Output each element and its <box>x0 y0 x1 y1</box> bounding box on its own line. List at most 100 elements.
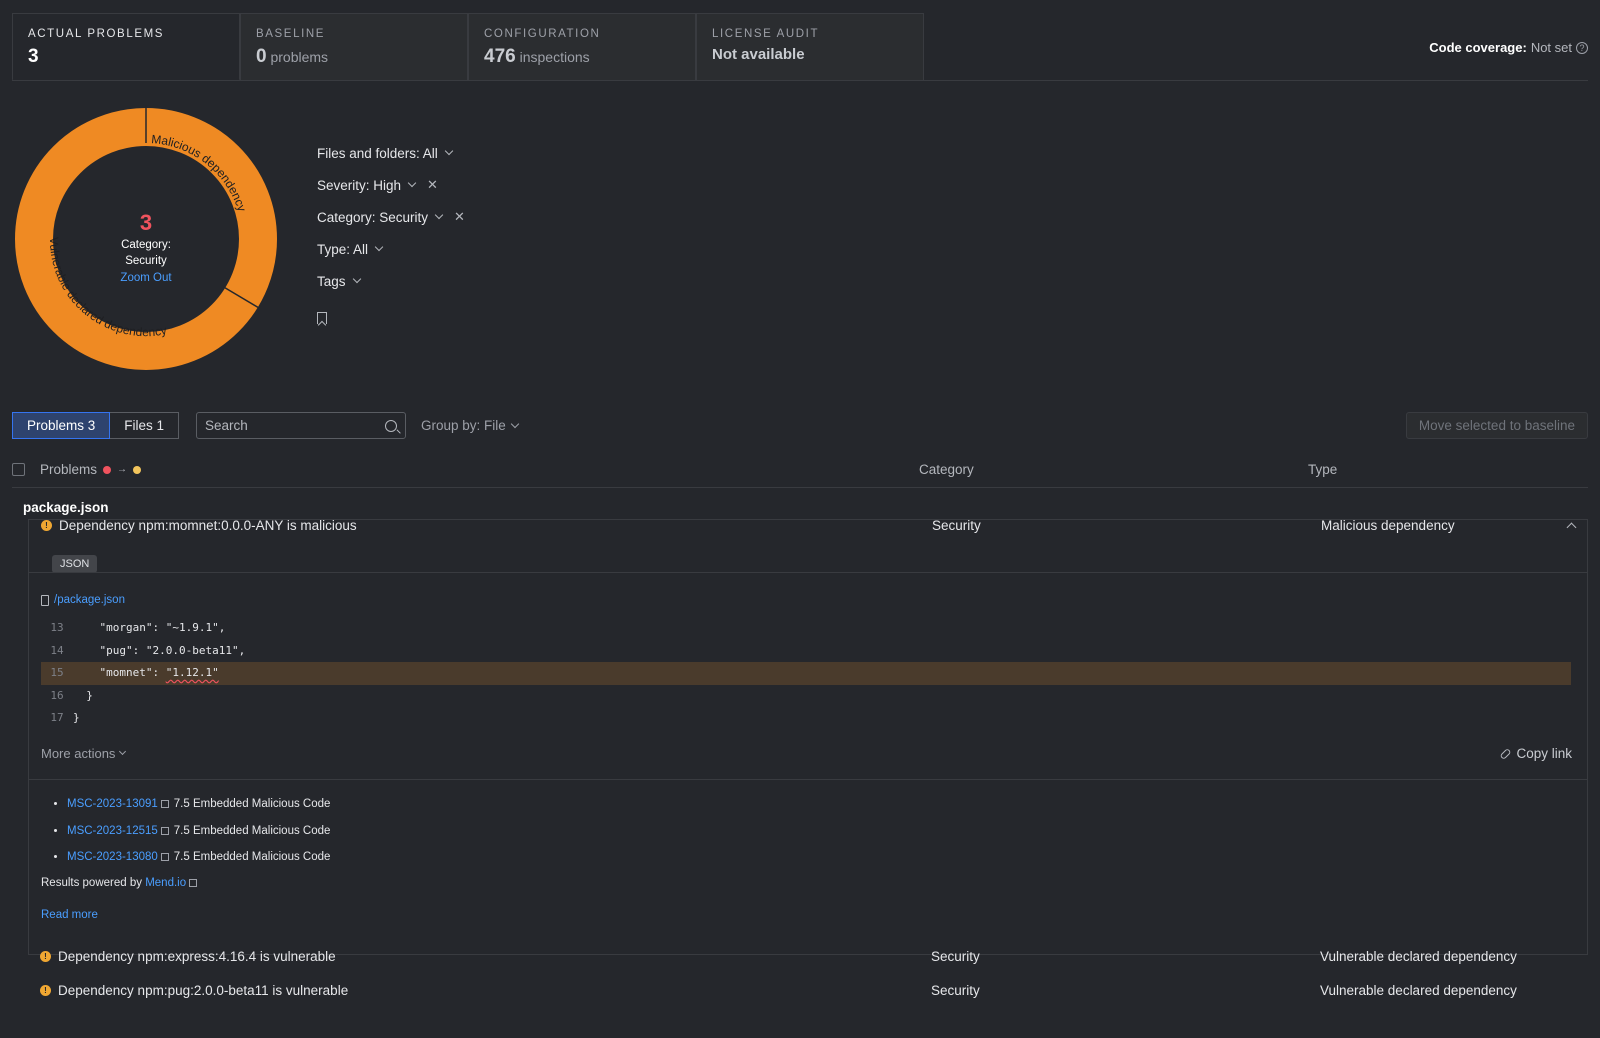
code-snippet: 13 "morgan": "~1.9.1", 14 "pug": "2.0.0-… <box>41 617 1571 730</box>
filter-tags[interactable]: Tags <box>317 265 465 297</box>
code-error-text: "1.12.1" <box>165 666 219 679</box>
zoom-out-link[interactable]: Zoom Out <box>120 272 171 284</box>
tab-value: 3 <box>28 46 39 67</box>
filter-label: Files and folders: All <box>317 145 438 161</box>
coverage-value: Not set <box>1530 40 1572 55</box>
external-link-icon <box>189 879 198 887</box>
tab-license-audit[interactable]: LICENSE AUDIT Not available <box>696 13 924 81</box>
problem-category: Security <box>931 949 980 964</box>
code-text: } <box>73 711 80 724</box>
help-icon[interactable]: ? <box>1576 41 1588 54</box>
table-row[interactable]: ! Dependency npm:momnet:0.0.0-ANY is mal… <box>29 518 1587 550</box>
file-link-text[interactable]: /package.json <box>54 594 125 606</box>
code-text: "momnet": <box>73 666 166 679</box>
code-text: } <box>73 688 93 702</box>
filters: Files and folders: All Severity: High ✕ … <box>317 137 465 329</box>
table-row[interactable]: ! Dependency npm:pug:2.0.0-beta11 is vul… <box>28 983 1588 1005</box>
line-number: 14 <box>50 643 64 657</box>
group-by-dropdown[interactable]: Group by: File <box>421 418 520 433</box>
more-actions-dropdown[interactable]: More actions <box>41 746 127 761</box>
external-link-icon <box>160 800 169 808</box>
coverage-label: Code coverage: <box>1429 40 1527 55</box>
tab-label: CONFIGURATION <box>484 28 601 40</box>
search-input[interactable] <box>205 418 385 433</box>
divider <box>29 779 1587 780</box>
move-to-baseline-button[interactable]: Move selected to baseline <box>1405 412 1588 439</box>
table-row[interactable]: ! Dependency npm:express:4.16.4 is vulne… <box>28 949 1588 971</box>
column-label: Problems <box>40 462 98 477</box>
warning-icon: ! <box>40 951 51 962</box>
tab-value: 476 <box>484 46 516 67</box>
code-line: 16 } <box>41 685 1571 708</box>
search-icon[interactable] <box>385 419 397 432</box>
select-all-checkbox[interactable] <box>12 463 25 476</box>
files-tab[interactable]: Files 1 <box>110 412 180 439</box>
filter-severity[interactable]: Severity: High ✕ <box>317 169 465 201</box>
close-icon[interactable]: ✕ <box>454 209 465 225</box>
tab-baseline[interactable]: BASELINE 0 problems <box>240 13 468 81</box>
column-type[interactable]: Type <box>1308 462 1337 477</box>
filter-label: Category: Security <box>317 209 429 225</box>
vulnerability-list: MSC-2023-13091 7.5 Embedded Malicious Cod… <box>67 794 330 874</box>
tab-suffix: problems <box>270 49 329 65</box>
view-switcher: Problems 3 Files 1 <box>12 412 180 439</box>
group-by-label: Group by: File <box>421 418 506 433</box>
donut-center: 3 Category: Security Zoom Out <box>12 210 280 284</box>
file-icon <box>41 594 49 606</box>
list-item: MSC-2023-13091 7.5 Embedded Malicious Cod… <box>67 794 330 821</box>
column-category[interactable]: Category <box>919 462 974 477</box>
warning-icon: ! <box>40 985 51 996</box>
tab-label: ACTUAL PROBLEMS <box>28 28 165 40</box>
line-number: 13 <box>50 621 64 634</box>
copy-link-label: Copy link <box>1516 746 1572 761</box>
problem-title: Dependency npm:express:4.16.4 is vulnera… <box>58 949 336 964</box>
copy-link-button[interactable]: Copy link <box>1499 746 1572 761</box>
vulnerability-link[interactable]: MSC-2023-13091 <box>67 798 158 810</box>
language-tag: JSON <box>52 555 98 573</box>
severity-high-dot-icon <box>103 465 112 474</box>
tab-configuration[interactable]: CONFIGURATION 476 inspections <box>468 13 696 81</box>
problem-type: Vulnerable declared dependency <box>1320 983 1517 998</box>
tab-value: Not available <box>712 46 805 63</box>
code-coverage: Code coverage: Not set ? <box>1429 40 1588 55</box>
problem-category: Security <box>932 518 981 533</box>
saved-filters[interactable] <box>317 297 465 329</box>
vulnerability-link[interactable]: MSC-2023-12515 <box>67 825 158 837</box>
code-line: 17 } <box>41 707 1571 730</box>
severity-moderate-dot-icon <box>133 465 142 474</box>
arrow-right-icon: → <box>117 464 128 475</box>
bookmark-icon[interactable] <box>317 312 327 324</box>
close-icon[interactable]: ✕ <box>427 177 438 193</box>
read-more-link[interactable]: Read more <box>41 909 98 921</box>
tab-suffix: inspections <box>519 49 590 65</box>
line-number: 16 <box>50 688 64 702</box>
divider <box>29 572 1587 573</box>
problem-title: Dependency npm:pug:2.0.0-beta11 is vulne… <box>58 983 349 998</box>
donut-category-value: Security <box>125 255 167 267</box>
mend-link[interactable]: Mend.io <box>145 877 186 889</box>
filter-label: Tags <box>317 273 346 289</box>
file-link[interactable]: /package.json <box>41 594 125 606</box>
code-line-highlighted: 15 "momnet": "1.12.1" <box>41 662 1571 685</box>
powered-by: Results powered by Mend.io <box>41 877 202 889</box>
filter-label: Severity: High <box>317 177 402 193</box>
filter-category[interactable]: Category: Security ✕ <box>317 201 465 233</box>
chevron-down-icon <box>434 210 444 220</box>
chevron-down-icon <box>444 146 454 156</box>
chevron-up-icon[interactable] <box>1566 522 1577 533</box>
search-box <box>196 412 406 439</box>
summary-tabs: ACTUAL PROBLEMS 3 BASELINE 0 problems CO… <box>12 13 924 81</box>
table-header: Problems → Category Type <box>12 458 1588 488</box>
tab-actual-problems[interactable]: ACTUAL PROBLEMS 3 <box>12 13 240 81</box>
vulnerability-desc: 7.5 Embedded Malicious Code <box>173 798 331 810</box>
tab-value: 0 <box>256 46 267 67</box>
filter-label: Type: All <box>317 241 369 257</box>
vulnerability-link[interactable]: MSC-2023-13080 <box>67 851 158 863</box>
filter-type[interactable]: Type: All <box>317 233 465 265</box>
vulnerability-desc: 7.5 Embedded Malicious Code <box>173 851 331 863</box>
code-text: "morgan": "~1.9.1", <box>73 621 226 634</box>
problems-tab[interactable]: Problems 3 <box>12 412 111 439</box>
filter-files[interactable]: Files and folders: All <box>317 137 465 169</box>
donut-count: 3 <box>139 210 153 235</box>
column-problems[interactable]: Problems → <box>40 462 142 477</box>
